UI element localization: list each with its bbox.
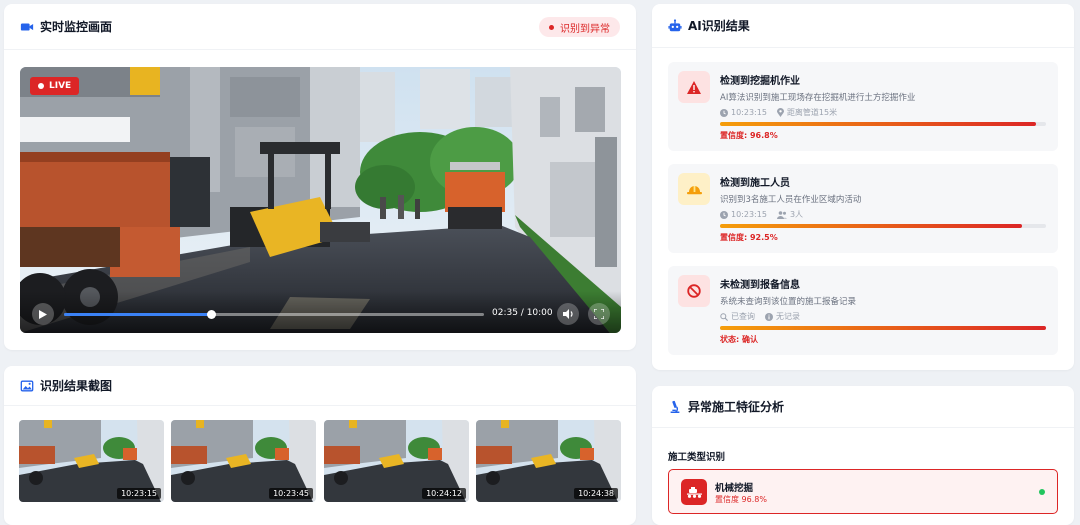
- result-item-excavator[interactable]: 检测到挖掘机作业 AI算法识别到施工现场存在挖掘机进行土方挖掘作业 10:23:…: [668, 62, 1058, 151]
- live-badge: LIVE: [30, 77, 80, 95]
- screenshot-thumbnail[interactable]: 10:24:38: [476, 420, 621, 502]
- info-icon: [765, 312, 773, 321]
- screenshots-header: 识别结果截图: [4, 366, 636, 406]
- result-desc: 识别到3名施工人员在作业区域内活动: [720, 195, 862, 205]
- result-time: 10:23:15: [731, 210, 767, 219]
- result-meta: 已查询 无记录: [720, 311, 1046, 322]
- result-title: 检测到施工人员: [720, 178, 790, 189]
- result-time: 10:23:15: [731, 108, 767, 117]
- helmet-icon: [686, 185, 702, 194]
- video-progress-handle[interactable]: [207, 310, 216, 319]
- live-dot: [38, 83, 44, 89]
- type-item-excavation[interactable]: 机械挖掘 置信度 96.8%: [668, 469, 1058, 514]
- result-item-no-report[interactable]: 未检测到报备信息 系统未查询到该位置的施工报备记录 已查询 无记录 状态: 确认: [668, 266, 1058, 355]
- robot-icon: [668, 18, 682, 31]
- location-pin-icon: [776, 108, 784, 117]
- result-icon-box: [678, 71, 710, 103]
- result-query-status: 已查询: [731, 312, 755, 321]
- video-controls: 02:35 / 10:00: [20, 291, 621, 333]
- monitor-header: 实时监控画面 识别到异常: [4, 4, 636, 50]
- confidence-bar-fill: [720, 122, 1036, 126]
- confidence-bar-fill: [720, 224, 1022, 228]
- image-icon: [20, 380, 34, 391]
- video-progress[interactable]: [64, 310, 484, 319]
- result-icon-box: [678, 275, 710, 307]
- confidence-bar: [720, 122, 1046, 126]
- result-title: 未检测到报备信息: [720, 280, 800, 291]
- screenshots-title: 识别结果截图: [40, 379, 113, 393]
- analysis-card: 异常施工特征分析 施工类型识别 机械挖掘 置信度 96.8%: [652, 386, 1074, 525]
- live-text: LIVE: [49, 81, 72, 91]
- alert-badge-text: 识别到异常: [560, 23, 610, 35]
- video-progress-fill: [64, 313, 211, 316]
- result-desc: AI算法识别到施工现场存在挖掘机进行土方挖掘作业: [720, 93, 916, 103]
- microscope-icon: [670, 400, 680, 413]
- screenshot-thumbnail[interactable]: 10:23:15: [19, 420, 164, 502]
- volume-icon: [562, 309, 573, 319]
- type-name: 机械挖掘: [715, 483, 754, 494]
- result-confidence: 状态: 确认: [720, 335, 758, 344]
- analysis-title: 异常施工特征分析: [688, 400, 785, 414]
- search-icon: [720, 312, 728, 321]
- fullscreen-icon: [594, 309, 604, 319]
- video-camera-icon: [20, 23, 34, 30]
- confidence-bar: [720, 326, 1046, 330]
- thumbnail-timestamp: 10:23:15: [117, 488, 161, 499]
- confidence-bar-fill: [720, 326, 1046, 330]
- thumbnail-timestamp: 10:24:38: [574, 488, 618, 499]
- result-icon-box: [678, 173, 710, 205]
- screenshot-thumbnail[interactable]: 10:24:12: [324, 420, 469, 502]
- result-meta: 10:23:15 3人: [720, 209, 1046, 220]
- analysis-header: 异常施工特征分析: [652, 386, 1074, 428]
- users-icon: [776, 210, 787, 219]
- result-confidence: 置信度: 92.5%: [720, 233, 778, 242]
- fullscreen-button[interactable]: [588, 303, 610, 325]
- result-confidence: 置信度: 96.8%: [720, 131, 778, 140]
- ai-result-title: AI识别结果: [688, 19, 750, 33]
- result-record-status: 无记录: [776, 312, 800, 321]
- ai-result-header: AI识别结果: [652, 4, 1074, 48]
- result-desc: 系统未查询到该位置的施工报备记录: [720, 297, 857, 307]
- screenshot-thumbnail[interactable]: 10:23:45: [171, 420, 316, 502]
- ai-result-card: AI识别结果 检测到挖掘机作业 AI算法识别到施工现场存在挖掘机进行土方挖掘作业…: [652, 4, 1074, 370]
- thumbnail-timestamp: 10:23:45: [269, 488, 313, 499]
- result-title: 检测到挖掘机作业: [720, 76, 800, 87]
- result-meta: 10:23:15 距离管道15米: [720, 107, 1046, 118]
- video-time: 02:35 / 10:00: [492, 308, 553, 318]
- monitor-card: 实时监控画面 识别到异常 LIVE 02:35 / 10:00: [4, 4, 636, 350]
- alert-dot: [549, 24, 554, 30]
- analysis-subtitle: 施工类型识别: [668, 452, 726, 463]
- type-status-dot: [1039, 489, 1045, 495]
- clock-icon: [720, 108, 728, 117]
- excavator-icon: [686, 487, 702, 498]
- play-button[interactable]: [32, 303, 54, 325]
- monitor-title: 实时监控画面: [40, 20, 113, 34]
- confidence-bar: [720, 224, 1046, 228]
- clock-icon: [720, 210, 728, 219]
- type-confidence: 置信度 96.8%: [715, 495, 767, 504]
- thumbnail-timestamp: 10:24:12: [422, 488, 466, 499]
- result-count: 3人: [789, 210, 804, 219]
- type-icon-box: [681, 479, 707, 505]
- play-icon: [39, 309, 47, 319]
- result-distance: 距离管道15米: [786, 108, 838, 117]
- warning-icon: [687, 80, 701, 94]
- video-player[interactable]: LIVE 02:35 / 10:00: [20, 67, 621, 333]
- ban-icon: [687, 284, 701, 298]
- volume-button[interactable]: [557, 303, 579, 325]
- result-item-workers[interactable]: 检测到施工人员 识别到3名施工人员在作业区域内活动 10:23:15 3人 置信…: [668, 164, 1058, 253]
- alert-badge: 识别到异常: [539, 17, 620, 37]
